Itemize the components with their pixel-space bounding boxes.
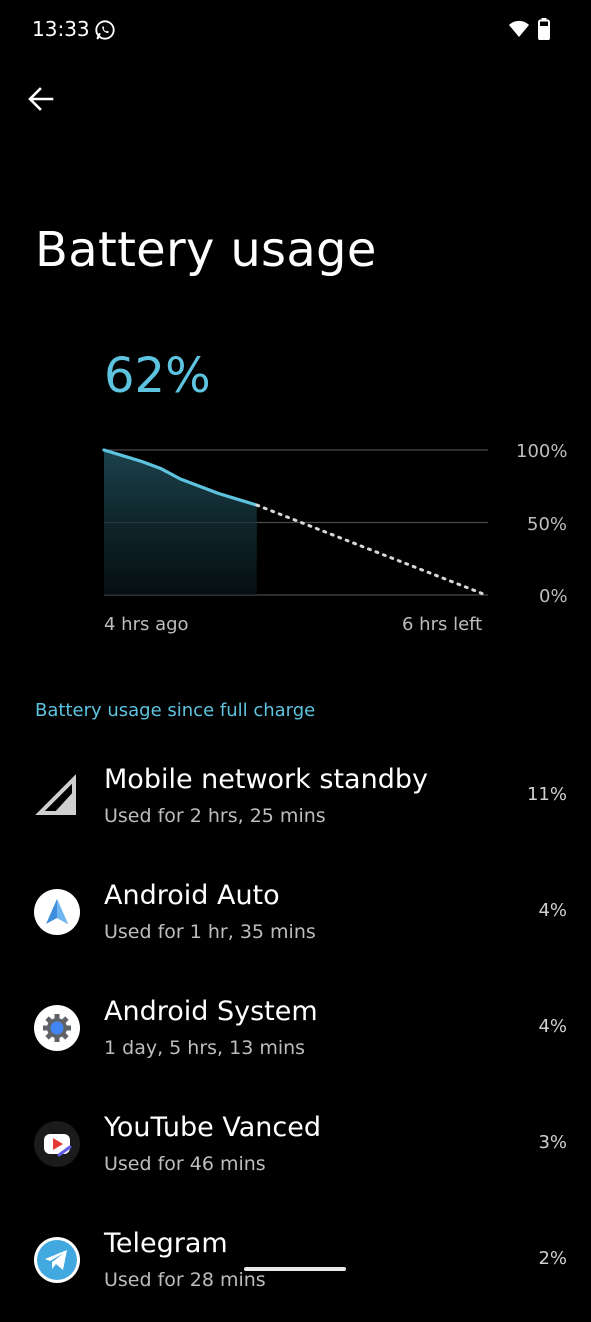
battery-chart: 100% 50% 0% 4 hrs ago 6 hrs left (0, 420, 591, 660)
usage-item-youtube-vanced[interactable]: YouTube Vanced Used for 46 mins 3% (0, 1090, 591, 1206)
usage-item-detail: Used for 2 hrs, 25 mins (104, 805, 326, 827)
telegram-icon (34, 1237, 80, 1283)
usage-item-detail: Used for 46 mins (104, 1153, 266, 1175)
android-auto-icon (34, 889, 80, 935)
y-tick-label: 0% (539, 586, 568, 607)
page-title: Battery usage (35, 222, 377, 278)
usage-item-name: Android Auto (104, 880, 280, 911)
mobile-signal-icon (35, 774, 76, 815)
usage-item-percent: 4% (538, 1016, 567, 1037)
y-tick-label: 100% (516, 441, 568, 462)
usage-item-android-auto[interactable]: Android Auto Used for 1 hr, 35 mins 4% (0, 858, 591, 974)
usage-list: Mobile network standby Used for 2 hrs, 2… (0, 742, 591, 1322)
whatsapp-icon (95, 20, 115, 40)
battery-chart-svg (102, 448, 488, 597)
usage-item-percent: 3% (538, 1132, 567, 1153)
battery-icon (538, 18, 550, 40)
usage-item-name: Android System (104, 996, 318, 1027)
chart-area-fill (104, 450, 257, 595)
usage-item-name: Telegram (104, 1228, 228, 1259)
usage-item-mobile-network[interactable]: Mobile network standby Used for 2 hrs, 2… (0, 742, 591, 858)
x-label-start: 4 hrs ago (104, 614, 189, 635)
status-time: 13:33 (32, 17, 90, 41)
android-system-icon (34, 1005, 80, 1051)
youtube-vanced-icon (34, 1121, 80, 1167)
usage-item-percent: 4% (538, 900, 567, 921)
usage-item-name: YouTube Vanced (104, 1112, 322, 1143)
back-button[interactable] (24, 82, 58, 116)
usage-item-detail: 1 day, 5 hrs, 13 mins (104, 1037, 306, 1059)
usage-item-name: Mobile network standby (104, 764, 428, 795)
usage-item-detail: Used for 1 hr, 35 mins (104, 921, 316, 943)
x-label-end: 6 hrs left (402, 614, 483, 635)
usage-item-percent: 11% (526, 784, 567, 805)
chart-projection-line (255, 503, 488, 597)
wifi-icon (509, 20, 529, 37)
usage-item-android-system[interactable]: Android System 1 day, 5 hrs, 13 mins 4% (0, 974, 591, 1090)
battery-level-text: 62% (104, 348, 211, 404)
status-bar: 13:33 (0, 0, 591, 60)
section-header: Battery usage since full charge (35, 700, 316, 721)
y-tick-label: 50% (527, 514, 568, 535)
navigation-handle[interactable] (244, 1267, 346, 1271)
usage-item-detail: Used for 28 mins (104, 1269, 266, 1291)
usage-item-percent: 2% (538, 1248, 567, 1269)
usage-item-telegram[interactable]: Telegram Used for 28 mins 2% (0, 1206, 591, 1322)
